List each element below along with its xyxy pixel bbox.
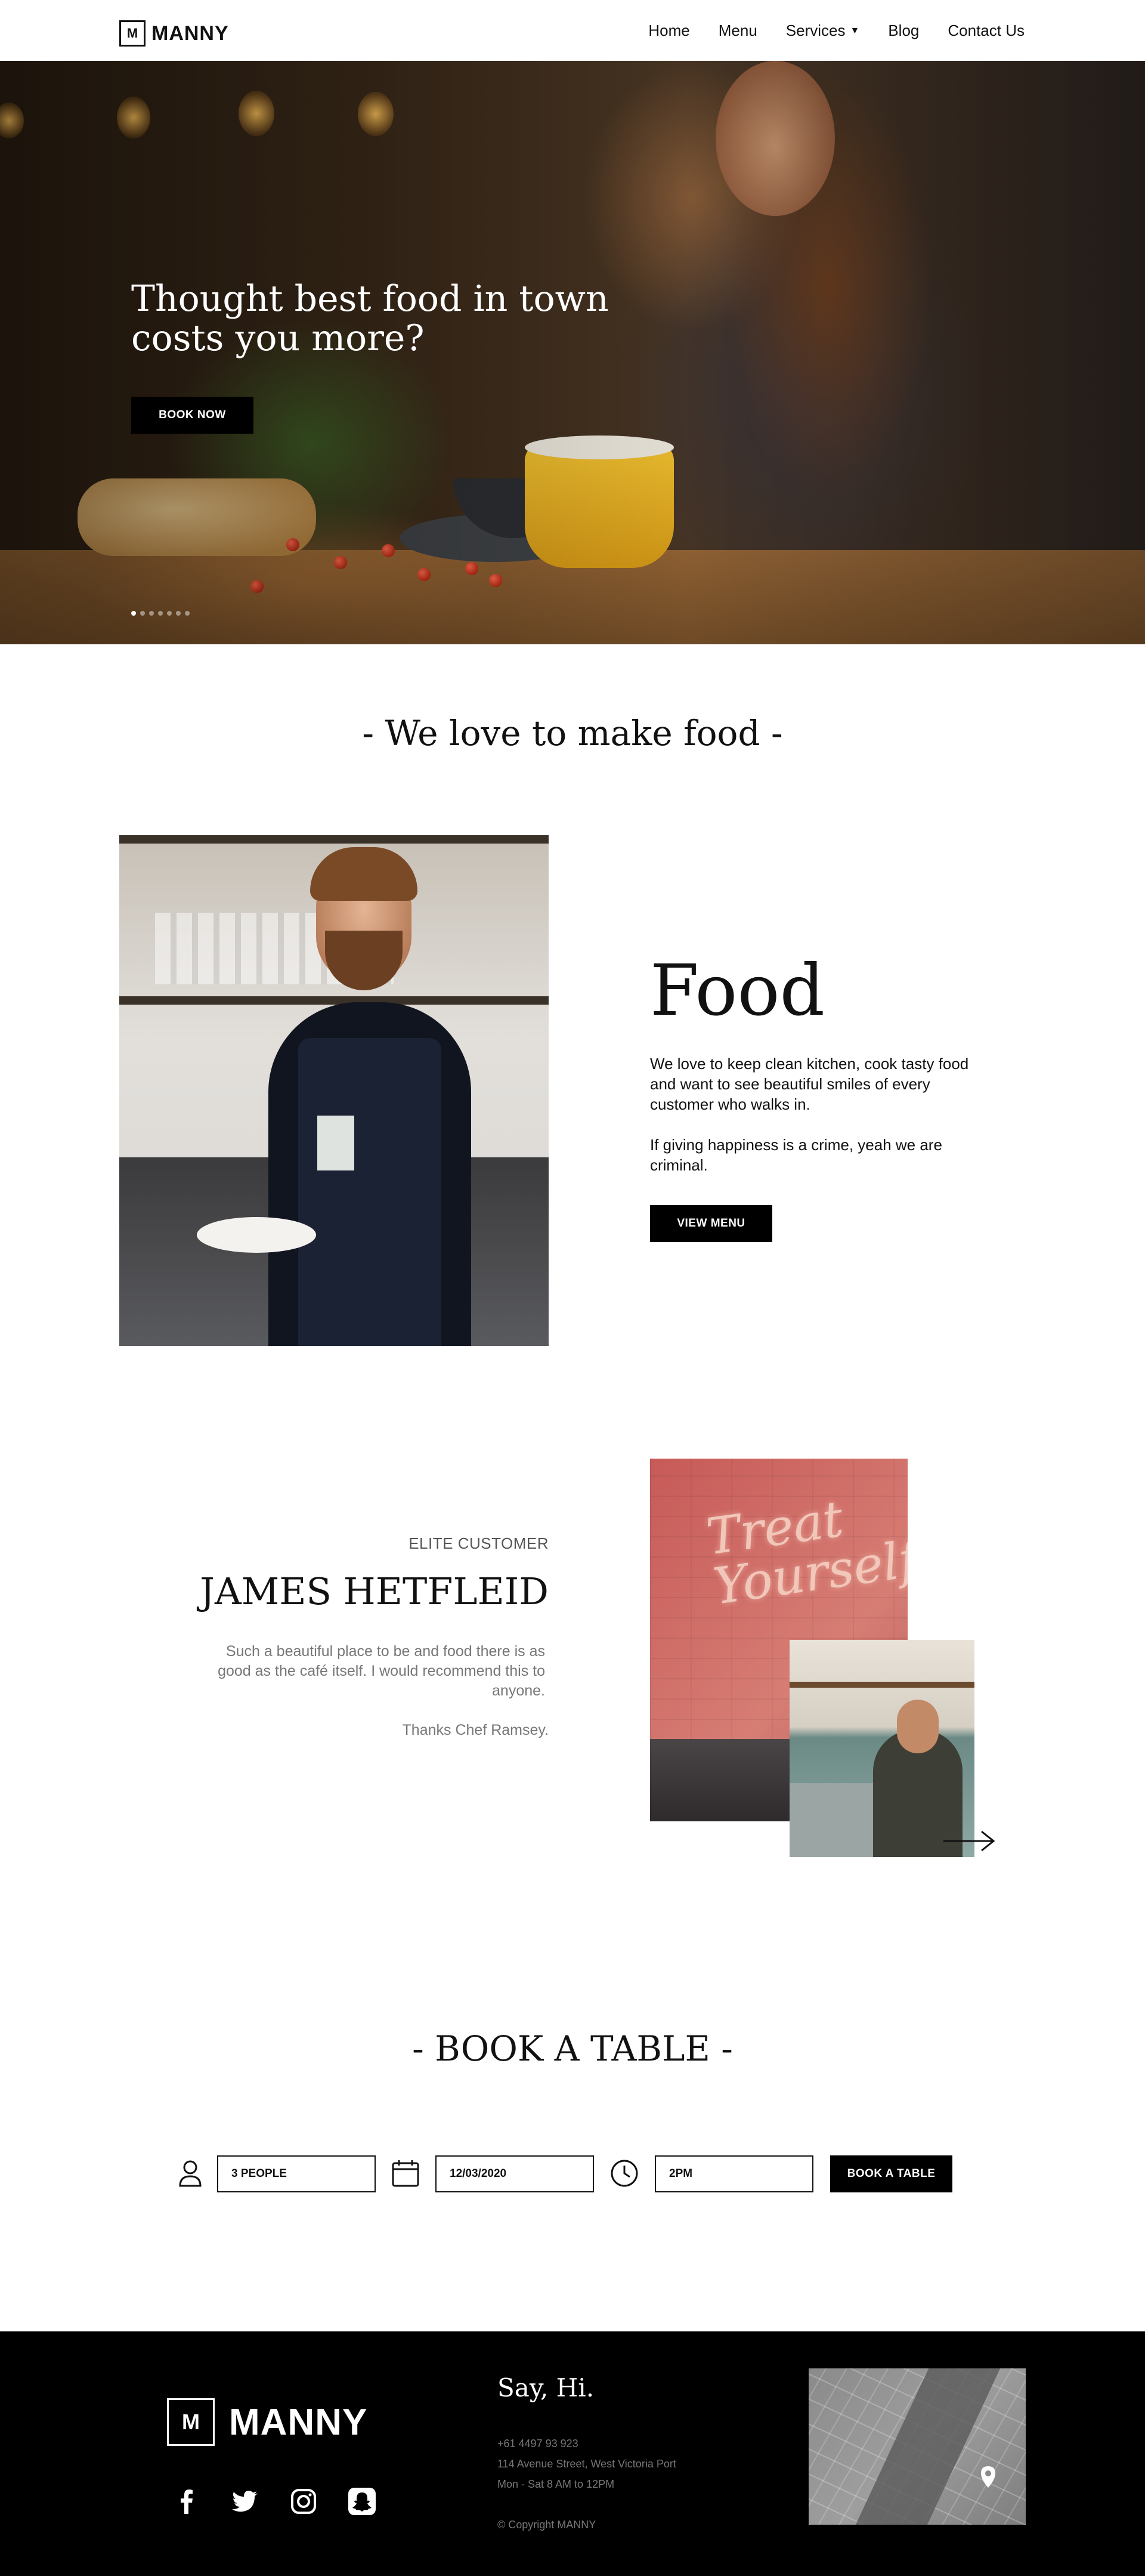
logo-mark: M (119, 20, 146, 47)
logo-text: MANNY (151, 21, 229, 45)
footer-address: 114 Avenue Street, West Victoria Port (497, 2458, 676, 2470)
twitter-icon[interactable] (229, 2485, 261, 2518)
photo-apron-badge (317, 1116, 354, 1170)
nav-links: Home Menu Services ▼ Blog Contact Us (620, 21, 1025, 40)
neon-sign-label: Treat Yourself (703, 1489, 908, 1616)
food-heading: Food (650, 949, 825, 1031)
footer: M MANNY Say, Hi. +61 4497 93 923 114 Ave… (0, 2331, 1145, 2576)
footer-logo[interactable]: M MANNY (167, 2398, 367, 2446)
nav-link-services[interactable]: Services ▼ (786, 21, 860, 40)
section-title-booking: - BOOK A TABLE - (412, 2028, 733, 2069)
carousel-dot[interactable] (149, 611, 154, 616)
nav-link-label: Home (648, 21, 690, 39)
photo-shelf (119, 835, 549, 844)
calendar-icon (392, 2160, 419, 2187)
nav-link-label: Services (785, 21, 846, 39)
barista-photo (790, 1640, 974, 1857)
food-paragraph-secondary: If giving happiness is a crime, yeah we … (650, 1136, 942, 1174)
carousel-dot[interactable] (158, 611, 163, 616)
carousel-dot[interactable] (176, 611, 181, 616)
snapchat-icon[interactable] (346, 2485, 378, 2518)
nav-link-contact[interactable]: Contact Us (948, 21, 1025, 40)
people-field[interactable]: 3 PEOPLE (217, 2155, 376, 2192)
photo-coffee-machine (790, 1783, 879, 1857)
photo-shelf (790, 1682, 974, 1688)
testimonial-name: JAMES HETFLEID (200, 1570, 549, 1613)
carousel-dot[interactable] (140, 611, 145, 616)
footer-phone[interactable]: +61 4497 93 923 (497, 2438, 578, 2450)
testimonial-label: ELITE CUSTOMER (409, 1534, 549, 1552)
footer-logo-mark: M (167, 2398, 215, 2446)
time-field[interactable]: 2PM (655, 2155, 813, 2192)
nav-link-menu[interactable]: Menu (719, 21, 757, 40)
clock-icon (611, 2160, 638, 2187)
chef-photo (119, 835, 549, 1346)
person-icon (179, 2160, 202, 2187)
food-paragraph: We love to keep clean kitchen, cook tast… (650, 1055, 969, 1113)
photo-plate (197, 1217, 316, 1253)
book-now-button[interactable]: BOOK NOW (131, 397, 253, 434)
testimonial-thanks: Thanks Chef Ramsey. (402, 1722, 549, 1738)
map-water (855, 2368, 1001, 2525)
arrow-right-icon[interactable] (942, 1829, 996, 1853)
neon-sign-text: Treat Yourself (703, 1489, 908, 1616)
nav-link-label: Menu (718, 21, 757, 39)
carousel-dot[interactable] (167, 611, 172, 616)
nav-link-label: Blog (888, 21, 920, 39)
book-table-button[interactable]: BOOK A TABLE (830, 2155, 952, 2192)
photo-shelf (119, 996, 549, 1005)
caret-down-icon: ▼ (850, 25, 860, 36)
footer-logo-text: MANNY (229, 2401, 368, 2443)
photo-barista-head (897, 1700, 939, 1753)
carousel-dot[interactable] (131, 611, 136, 616)
logo[interactable]: M MANNY (119, 20, 229, 47)
photo-chef-hair (310, 847, 417, 901)
social-links (171, 2485, 378, 2518)
booking-form: 3 PEOPLE 12/03/2020 2PM (0, 2154, 1145, 2195)
top-navigation: M MANNY Home Menu Services ▼ Blog Contact… (0, 0, 1145, 61)
nav-link-label: Contact Us (948, 21, 1025, 39)
hero-banner: Thought best food in town costs you more… (0, 61, 1145, 644)
carousel-dots (131, 611, 190, 616)
section-title-love: - We love to make food - (362, 713, 783, 753)
photo-chef-apron (298, 1038, 441, 1346)
footer-hours: Mon - Sat 8 AM to 12PM (497, 2478, 615, 2490)
footer-copyright: © Copyright MANNY (497, 2519, 596, 2531)
nav-link-home[interactable]: Home (648, 21, 689, 40)
location-map[interactable] (809, 2368, 1026, 2525)
nav-link-blog[interactable]: Blog (888, 21, 919, 40)
facebook-icon[interactable] (171, 2485, 203, 2518)
testimonial-quote: Such a beautiful place to be and food th… (218, 1643, 545, 1699)
carousel-dot[interactable] (185, 611, 190, 616)
map-pin-icon (981, 2466, 995, 2488)
date-field[interactable]: 12/03/2020 (435, 2155, 594, 2192)
footer-say-hi: Say, Hi. (497, 2373, 595, 2402)
view-menu-button[interactable]: VIEW MENU (650, 1205, 772, 1242)
hero-title: Thought best food in town costs you more… (131, 278, 609, 359)
instagram-icon[interactable] (287, 2485, 320, 2518)
